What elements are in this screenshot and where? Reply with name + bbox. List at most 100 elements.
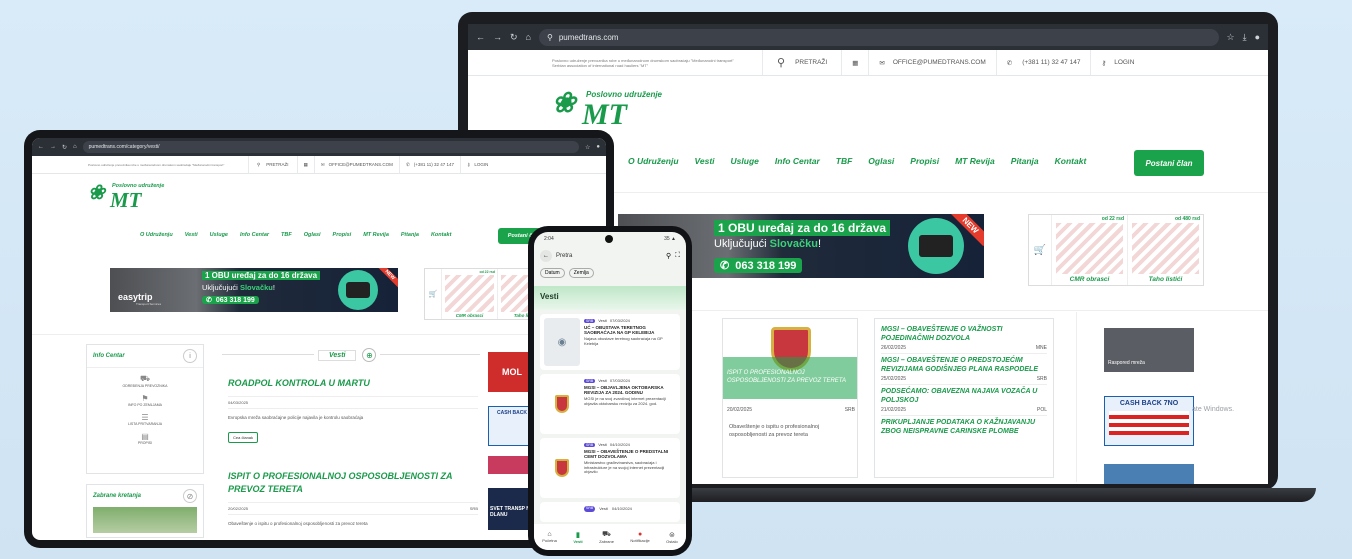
promo-banner[interactable]: easytrip Transport Services 1 OBU uređaj… [110,268,398,312]
nav-info-centar[interactable]: Info Centar [775,156,820,166]
tab-pocetna[interactable]: ⌂ Početna [542,531,557,543]
search-button[interactable]: ⚲ PRETRAŽI [762,50,841,75]
vesti-title-box: Vesti ⊕ [314,348,381,362]
news-card[interactable]: ◉ SRB Vesti 07/03/2024 UĆ – OBUSTAVA TERET… [540,314,680,370]
phone-icon: ✆ [405,161,410,167]
news-card[interactable]: SRB Vesti 04/10/2024 MGSI – OBAVEŠTENJE O … [540,438,680,498]
forward-icon[interactable]: → [493,32,502,42]
shop-item-cmr[interactable]: od 22 rsd CMR obrasci [441,269,497,319]
post-meta: 20/02/2025 SRB [228,502,478,515]
news-card-featured[interactable]: ISPIT O PROFESIONALNOJ OSPOSOBLJENOSTI Z… [722,318,858,478]
read-more-button[interactable]: Cea članak [228,432,259,443]
chip-zemlja[interactable]: Zemlja [568,268,594,278]
nav-usluge[interactable]: Usluge [731,156,759,166]
side-map-ad[interactable]: Raspored mreža [1104,328,1194,372]
qr-button[interactable]: ▦ [841,50,868,75]
nav-info-centar[interactable]: Info Centar [240,232,269,238]
profile-icon[interactable]: ● [1255,32,1260,42]
reload-icon[interactable]: ↻ [62,144,67,151]
chip-datum[interactable]: Datum [540,268,565,278]
reload-icon[interactable]: ↻ [510,32,518,43]
shop-item-cmr[interactable]: od 22 rsd CMR obrasci [1051,215,1127,285]
download-icon[interactable]: ⤓ [1243,32,1247,43]
info-item[interactable]: ⛟ ODREĐENJA PREVOZNIKA [87,368,203,391]
person-ad[interactable] [1104,464,1194,484]
nav-o-udruzenju[interactable]: O Udruženju [140,232,173,238]
nav-vesti[interactable]: Vesti [185,232,198,238]
truck-icon: ⛟ [602,531,611,538]
news-item[interactable]: PODSEĆAMO: OBAVEZNA NAJAVA VOZAČA U POLJ… [881,385,1047,416]
news-item[interactable]: MGSI – OBAVEŠTENJE O VAŽNOSTI POJEDINAČN… [881,323,1047,354]
news-card[interactable]: SRB Vesti 04/10/2024 [540,502,680,522]
nav-kontakt[interactable]: Kontakt [1055,156,1087,166]
info-item[interactable]: ▤ PROPISI [87,429,203,448]
news-card[interactable]: SRB Vesti 07/03/2024 MGSI – OBJAVLJENA OKT… [540,374,680,434]
tab-ostalo[interactable]: ⊜ Ostalo [666,531,678,544]
nav-oglasi[interactable]: Oglasi [304,232,321,238]
qr-icon: ▦ [303,161,308,167]
post[interactable]: ROADPOL KONTROLA U MARTU 04/03/2025 Evro… [228,378,478,444]
divider [32,334,606,335]
address-bar[interactable]: pumedtrans.com/category/vesti/ [82,141,579,153]
shop-box[interactable]: 🛒 od 22 rsd CMR obrasci od 480 rsd Taho … [1028,214,1204,286]
nav-pitanja[interactable]: Pitanja [401,232,419,238]
email-link[interactable]: ✉ OFFICE@PUMEDTRANS.COM [313,156,399,173]
forward-icon[interactable]: → [50,144,56,150]
nav-oglasi[interactable]: Oglasi [868,156,894,166]
back-icon[interactable]: ← [476,32,485,42]
banner-phone[interactable]: ✆ 063 318 199 [202,296,259,304]
banner-phone[interactable]: ✆ 063 318 199 [714,258,803,273]
search-input[interactable]: Pretra [556,253,662,259]
nav-pitanja[interactable]: Pitanja [1011,156,1039,166]
phone-link[interactable]: ✆ (+381 11) 32 47 147 [398,156,460,173]
nav-mt-revija[interactable]: MT Revija [955,156,995,166]
address-bar[interactable]: ⚲ pumedtrans.com [538,28,1219,46]
nav-vesti[interactable]: Vesti [695,156,715,166]
qr-button[interactable]: ▦ [296,156,314,173]
back-icon[interactable]: ← [540,250,552,262]
nav-kontakt[interactable]: Kontakt [431,232,451,238]
nav-mt-revija[interactable]: MT Revija [363,232,389,238]
login-link[interactable]: ⚷ LOGIN [1090,50,1144,75]
home-icon[interactable]: ⌂ [526,32,531,42]
phone-link[interactable]: ✆ (+381 11) 32 47 147 [995,50,1091,75]
login-link[interactable]: ⚷ LOGIN [460,156,494,173]
profile-icon[interactable]: ● [596,144,600,150]
cart-icon: 🛒 [428,291,438,298]
cashback-ad[interactable]: CASH BACK 7NO [1104,396,1194,446]
browser-bar: ← → ↻ ⌂ ⚲ pumedtrans.com ☆ ⤓ ● [468,24,1268,50]
site-logo[interactable]: ❀ Poslovno udruženje MT [88,180,168,214]
tab-zabrane[interactable]: ⛟ Zabrane [599,530,614,544]
email-link[interactable]: ✉ OFFICE@PUMEDTRANS.COM [868,50,995,75]
news-thumb: ◉ [544,318,580,366]
logo-symbol-icon: ❀ [88,182,105,204]
nav-usluge[interactable]: Usluge [210,232,228,238]
tab-notifikacije[interactable]: ● Notifikacije [630,531,649,543]
news-item[interactable]: MGSI – OBAVEŠTENJE O PREDSTOJEĆIM REVIZI… [881,354,1047,385]
search-icon[interactable]: ⚲ [666,252,671,260]
site-info-icon: ⚲ [546,32,553,42]
back-icon[interactable]: ← [38,144,44,150]
post[interactable]: ISPIT O PROFESIONALNOJ OSPOSOBLJENOSTI Z… [228,470,478,532]
tab-vesti[interactable]: ▮ Vesti [573,531,582,544]
shop-item-taho[interactable]: od 480 rsd Taho listići [1127,215,1203,285]
card-title: ISPIT O PROFESIONALNOJ OSPOSOBLJENOSTI Z… [727,370,847,384]
info-item[interactable]: ☰ LISTA PRITVARANJA [87,410,203,429]
filter-icon[interactable]: ⛶ [675,252,680,260]
home-icon[interactable]: ⌂ [73,144,77,150]
nav-tbf[interactable]: TBF [836,156,853,166]
search-button[interactable]: ⚲ PRETRAŽI [248,156,297,173]
join-button[interactable]: Postani član [1134,150,1204,176]
star-icon[interactable]: ☆ [1227,32,1235,43]
nav-o-udruzenju[interactable]: O Udruženju [628,156,679,166]
easytrip-logo: easytrip [118,292,153,302]
info-item[interactable]: ⚑ INFO PO ZEMLJAMA [87,391,203,410]
nav-propisi[interactable]: Propisi [910,156,939,166]
star-icon[interactable]: ☆ [585,144,590,151]
news-item[interactable]: PRIKUPLJANJE PODATAKA O KAŽNJAVANJU ZBOG… [881,416,1047,438]
search-icon: ⚲ [777,57,786,69]
news-icon: ▮ [576,531,580,539]
nav-tbf[interactable]: TBF [281,232,292,238]
site-logo[interactable]: ❀ Poslovno udruženje MT [552,86,662,136]
nav-propisi[interactable]: Propisi [333,232,352,238]
